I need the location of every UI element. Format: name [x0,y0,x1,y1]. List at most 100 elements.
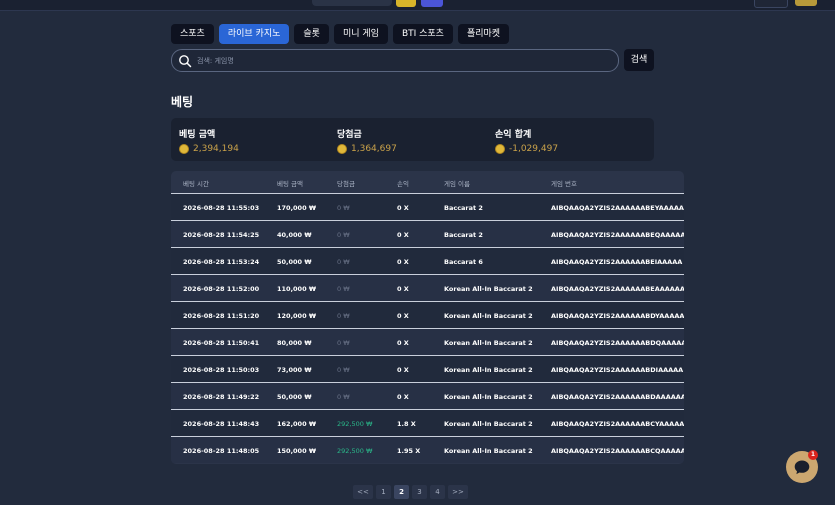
cell-game-name: Korean All-In Baccarat 2 [444,339,533,347]
category-tabs: 스포츠 라이브 카지노 슬롯 미니 게임 BTI 스포츠 폴리마켓 [171,24,510,44]
summary-win-value: 1,364,697 [351,144,397,154]
cell-win-amount: 0 ₩ [337,258,350,266]
top-search-field[interactable] [312,0,392,6]
cell-game-name: Korean All-In Baccarat 2 [444,420,533,428]
cell-bet-time: 2026-08-28 11:49:22 [183,393,260,401]
header-profit: 손익 [397,180,409,188]
cell-bet-amount: 40,000 ₩ [277,231,312,239]
search-input[interactable] [195,55,618,66]
table-header: 베팅 시간 베팅 금액 당첨금 손익 게임 이름 게임 번호 [171,171,684,193]
cell-bet-time: 2026-08-28 11:55:03 [183,204,260,212]
table-body: 2026-08-28 11:55:03 170,000 ₩ 0 ₩ 0 X Baccar… [171,193,684,463]
table-row: 2026-08-28 11:53:24 50,000 ₩ 0 ₩ 0 X Baccara… [171,247,684,274]
cell-game-name: Baccarat 2 [444,204,483,212]
page-title: 베팅 [171,95,194,109]
table-row: 2026-08-28 11:55:03 170,000 ₩ 0 ₩ 0 X Baccar… [171,193,684,220]
cell-game-id: AIBQAAQA2YZIS2AAAAAABEQAAAAA [551,231,684,239]
cell-bet-amount: 110,000 ₩ [277,285,317,293]
header-game-id: 게임 번호 [551,180,577,188]
cell-win-amount: 0 ₩ [337,285,350,293]
cell-bet-time: 2026-08-28 11:50:03 [183,366,260,374]
cell-bet-time: 2026-08-28 11:52:00 [183,285,260,293]
cell-bet-amount: 170,000 ₩ [277,204,317,212]
coin-icon [337,144,347,154]
cell-profit: 0 X [397,312,409,320]
summary-win-label: 당첨금 [337,130,362,140]
top-gold-button[interactable] [795,0,817,6]
summary-profit-value: -1,029,497 [509,144,559,154]
cell-profit: 0 X [397,204,409,212]
cell-game-name: Baccarat 6 [444,258,483,266]
page-4-button[interactable]: 4 [430,485,445,499]
table-row: 2026-08-28 11:48:43 162,000 ₩ 292,500 ₩ 1.8… [171,409,684,436]
tab-mini-game[interactable]: 미니 게임 [333,24,388,44]
page-3-button[interactable]: 3 [412,485,427,499]
table-row: 2026-08-28 11:50:41 80,000 ₩ 0 ₩ 0 X Korean … [171,328,684,355]
page-next-button[interactable]: >> [448,485,468,499]
cell-bet-time: 2026-08-28 11:48:05 [183,447,260,455]
top-yellow-button[interactable] [396,0,416,7]
tab-polymarket[interactable]: 폴리마켓 [457,24,510,44]
table-row: 2026-08-28 11:54:25 40,000 ₩ 0 ₩ 0 X Baccara… [171,220,684,247]
header-game-name: 게임 이름 [444,180,470,188]
table-row: 2026-08-28 11:48:05 150,000 ₩ 292,500 ₩ 1.9… [171,436,684,463]
cell-game-name: Korean All-In Baccarat 2 [444,285,533,293]
cell-profit: 0 X [397,285,409,293]
cell-game-id: AIBQAAQA2YZIS2AAAAAABCQAAAAA [551,447,684,455]
cell-bet-amount: 150,000 ₩ [277,447,317,455]
cell-profit: 1.95 X [397,447,421,455]
chat-notification-badge: 1 [808,450,818,460]
cell-bet-amount: 120,000 ₩ [277,312,317,320]
cell-win-amount: 292,500 ₩ [337,420,373,428]
cell-bet-time: 2026-08-28 11:54:25 [183,231,260,239]
tab-live-casino[interactable]: 라이브 카지노 [218,24,290,44]
cell-win-amount: 0 ₩ [337,339,350,347]
summary-profit-label: 손익 합계 [495,130,532,140]
page-2-button[interactable]: 2 [394,485,409,499]
summary-bet-amount: 베팅 금액 2,394,194 [179,127,239,154]
cell-game-id: AIBQAAQA2YZIS2AAAAAABDAAAAAA [551,393,684,401]
cell-win-amount: 0 ₩ [337,204,350,212]
cell-bet-amount: 162,000 ₩ [277,420,317,428]
top-purple-button[interactable] [421,0,443,7]
search-button[interactable]: 검색 [624,49,654,71]
table-row: 2026-08-28 11:52:00 110,000 ₩ 0 ₩ 0 X Korean… [171,274,684,301]
tab-slot[interactable]: 슬롯 [294,24,329,44]
cell-game-id: AIBQAAQA2YZIS2AAAAAABEAAAAAA [551,285,684,293]
cell-game-id: AIBQAAQA2YZIS2AAAAAABDQAAAAA [551,339,684,347]
tab-sports[interactable]: 스포츠 [171,24,214,44]
cell-profit: 0 X [397,366,409,374]
cell-bet-time: 2026-08-28 11:51:20 [183,312,260,320]
tab-bti-sports[interactable]: BTI 스포츠 [392,24,453,44]
cell-game-id: AIBQAAQA2YZIS2AAAAAABCYAAAAA [551,420,684,428]
cell-profit: 0 X [397,258,409,266]
cell-bet-amount: 50,000 ₩ [277,393,312,401]
cell-game-id: AIBQAAQA2YZIS2AAAAAABEYAAAAA [551,204,684,212]
cell-profit: 0 X [397,339,409,347]
betting-summary: 베팅 금액 2,394,194 당첨금 1,364,697 손익 합계 -1,0… [171,118,654,161]
page-1-button[interactable]: 1 [376,485,391,499]
summary-bet-label: 베팅 금액 [179,130,216,140]
cell-profit: 0 X [397,231,409,239]
pagination: << 1 2 3 4 >> [353,485,468,499]
cell-bet-time: 2026-08-28 11:50:41 [183,339,260,347]
coin-icon [495,144,505,154]
page-prev-button[interactable]: << [353,485,373,499]
table-row: 2026-08-28 11:49:22 50,000 ₩ 0 ₩ 0 X Korean … [171,382,684,409]
cell-bet-time: 2026-08-28 11:53:24 [183,258,260,266]
table-row: 2026-08-28 11:51:20 120,000 ₩ 0 ₩ 0 X Korean… [171,301,684,328]
top-account-button[interactable] [754,0,788,8]
betting-table: 베팅 시간 베팅 금액 당첨금 손익 게임 이름 게임 번호 2026-08-2… [171,171,684,464]
cell-game-name: Baccarat 2 [444,231,483,239]
cell-game-id: AIBQAAQA2YZIS2AAAAAABDYAAAAA [551,312,684,320]
summary-win-amount: 당첨금 1,364,697 [337,127,397,154]
cell-profit: 1.8 X [397,420,416,428]
cell-bet-amount: 80,000 ₩ [277,339,312,347]
cell-win-amount: 0 ₩ [337,231,350,239]
search-icon [179,54,192,67]
header-bet-amount: 베팅 금액 [277,180,303,188]
coin-icon [179,144,189,154]
cell-profit: 0 X [397,393,409,401]
cell-win-amount: 292,500 ₩ [337,447,373,455]
summary-profit: 손익 합계 -1,029,497 [495,127,558,154]
